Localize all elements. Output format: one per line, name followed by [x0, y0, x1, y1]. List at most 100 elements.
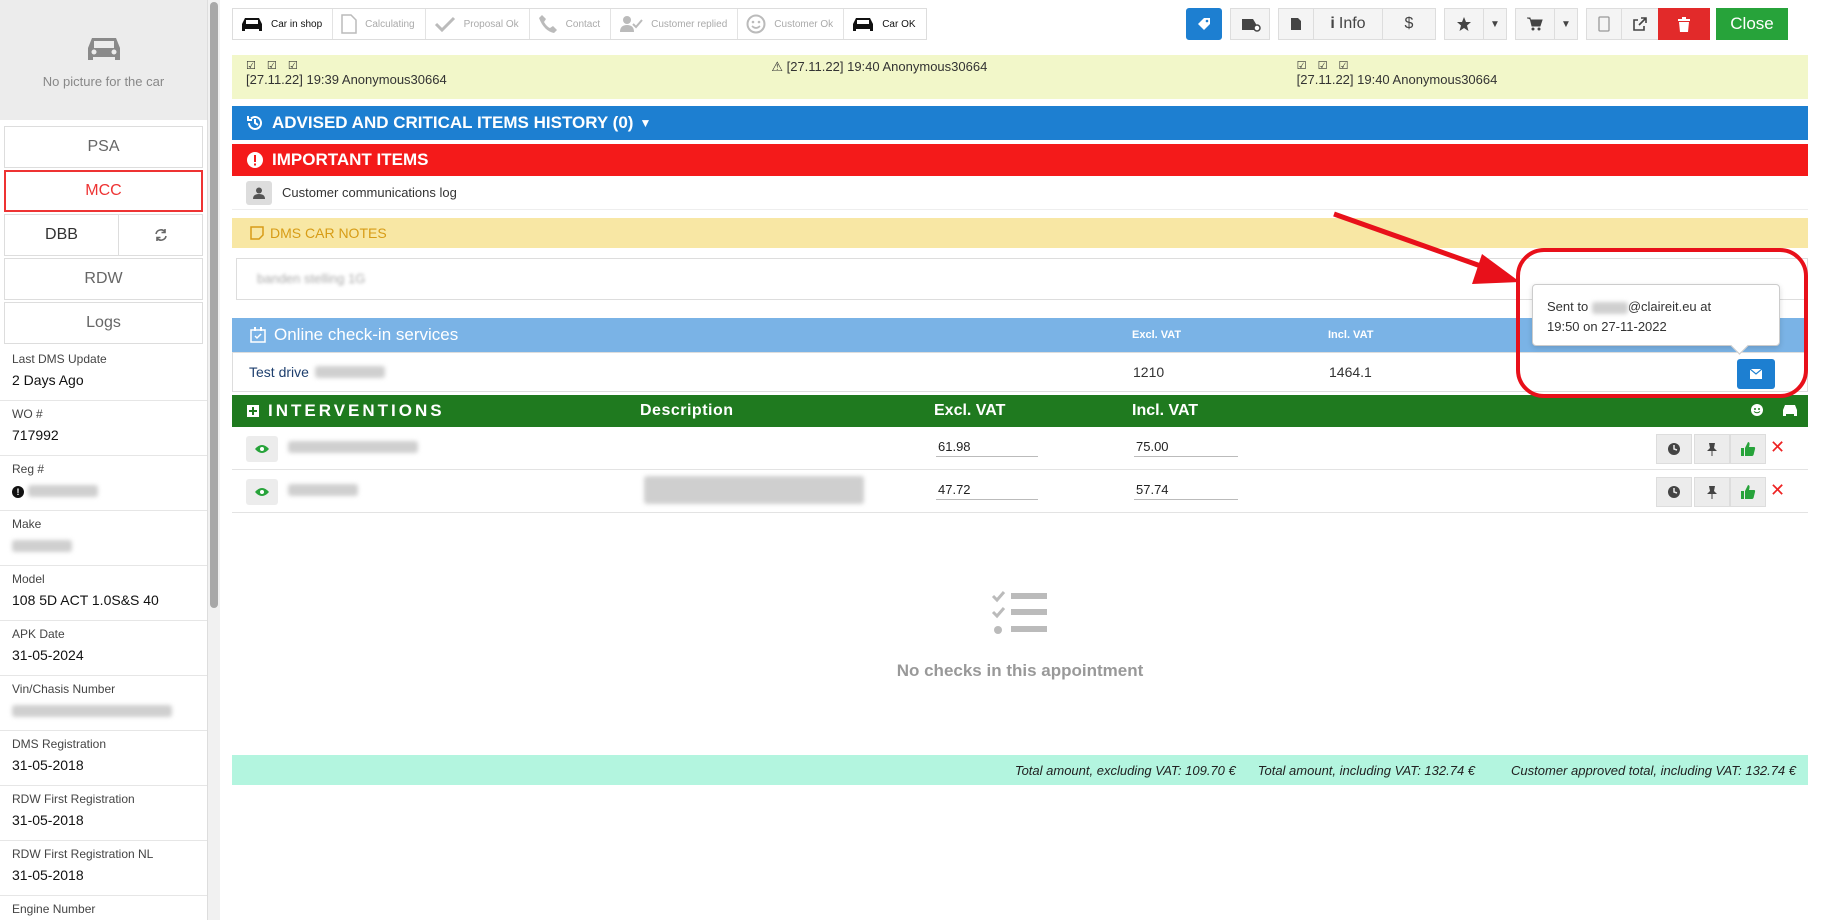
document-button[interactable]	[1278, 8, 1314, 40]
info-reg-number: Reg #!	[0, 456, 207, 511]
intervention-row: 47.72 57.74 ✕	[232, 470, 1808, 513]
visibility-toggle[interactable]	[246, 436, 278, 462]
info-label: Make	[12, 517, 42, 531]
eye-icon	[255, 488, 269, 496]
info-label: DMS Registration	[12, 737, 107, 751]
favorite-dropdown[interactable]: ▼	[1483, 8, 1507, 40]
incl-vat-field[interactable]: 57.74	[1134, 480, 1238, 500]
interventions-header: INTERVENTIONS Description Excl. VAT Incl…	[232, 395, 1808, 427]
external-link-button[interactable]	[1621, 8, 1659, 40]
cart-button[interactable]	[1515, 8, 1555, 40]
eye-icon	[255, 445, 269, 453]
remove-button[interactable]: ✕	[1770, 437, 1785, 458]
rdw-button[interactable]: RDW	[4, 258, 203, 300]
step-label: Car in shop	[271, 18, 323, 30]
checkin-title: Online check-in services	[274, 325, 459, 344]
checkin-name: Test drive	[249, 364, 309, 380]
info-label: Engine Number	[12, 902, 96, 916]
step-label: Calculating	[365, 18, 415, 30]
note-icon	[250, 226, 264, 240]
scrollbar-thumb[interactable]	[210, 2, 218, 608]
annotation-arrow-icon	[1333, 211, 1520, 284]
step-label: Customer replied	[651, 18, 728, 30]
refresh-button[interactable]	[119, 214, 203, 256]
info-button[interactable]: i Info	[1313, 8, 1383, 40]
checkin-incl-value: 1464.1	[1329, 364, 1372, 380]
step-customer-ok[interactable]: Customer Ok	[738, 9, 845, 39]
favorite-button[interactable]	[1444, 8, 1484, 40]
tag-button[interactable]	[1186, 8, 1222, 40]
total-incl-vat: Total amount, including VAT: 132.74 €	[1257, 762, 1476, 778]
info-icon: i	[1330, 15, 1335, 32]
interventions-toggle[interactable]: INTERVENTIONS	[246, 401, 445, 421]
tooltip-prefix: Sent to	[1547, 299, 1589, 314]
intervention-row: 61.98 75.00 ✕	[232, 427, 1808, 470]
info-label: Last DMS Update	[12, 352, 107, 366]
file-icon	[1291, 18, 1301, 30]
logs-button[interactable]: Logs	[4, 302, 203, 344]
car-transfer-button[interactable]	[1230, 8, 1270, 40]
pin-icon	[1707, 486, 1717, 499]
visibility-toggle[interactable]	[246, 479, 278, 505]
close-button[interactable]: Close	[1716, 8, 1788, 40]
customer-approved-total: Customer approved total, including VAT: …	[1511, 762, 1796, 778]
clock-icon	[1668, 486, 1680, 498]
smile-icon	[1751, 404, 1763, 416]
info-label: Vin/Chasis Number	[12, 682, 116, 696]
step-proposal-ok[interactable]: Proposal Ok	[426, 9, 530, 39]
info-dms-registration: DMS Registration 31-05-2018	[0, 731, 207, 786]
dbb-button[interactable]: DBB	[4, 214, 119, 256]
car-wash-icon	[1242, 19, 1261, 32]
cart-dropdown[interactable]: ▼	[1554, 8, 1578, 40]
approve-button[interactable]	[1730, 434, 1766, 464]
car-picture-placeholder: No picture for the car	[0, 0, 207, 120]
sidebar-scrollbar[interactable]	[208, 0, 220, 920]
redacted-description	[644, 476, 864, 504]
excl-vat-field[interactable]: 61.98	[936, 437, 1038, 457]
psa-button[interactable]: PSA	[4, 126, 203, 168]
empty-state-text: No checks in this appointment	[896, 661, 1144, 680]
price-button[interactable]: $	[1382, 8, 1436, 40]
info-label: Reg #	[12, 462, 45, 476]
mcc-button[interactable]: MCC	[4, 170, 203, 212]
tablet-button[interactable]	[1586, 8, 1622, 40]
info-value: 717992	[12, 427, 59, 443]
approve-button[interactable]	[1730, 477, 1766, 507]
delete-button[interactable]	[1658, 8, 1710, 40]
step-label: Proposal Ok	[463, 18, 519, 30]
car-icon	[87, 37, 120, 60]
remove-button[interactable]: ✕	[1770, 480, 1785, 501]
customer-comm-log[interactable]: Customer communications log	[232, 176, 1808, 210]
step-car-in-shop[interactable]: Car in shop	[233, 9, 334, 39]
clock-button[interactable]	[1656, 434, 1692, 464]
totals-bar: Total amount, excluding VAT: 109.70 € To…	[232, 755, 1808, 785]
info-label: RDW First Registration NL	[12, 847, 154, 861]
info-make: Make	[0, 511, 207, 566]
advised-history-toggle[interactable]: ADVISED AND CRITICAL ITEMS HISTORY (0) ▼	[232, 106, 1808, 140]
redacted-name	[288, 484, 358, 496]
log-entry: ☑ ☑ ☑ [27.11.22] 19:40 Anonymous30664	[1283, 55, 1808, 99]
step-label: Car OK	[882, 18, 916, 30]
clock-button[interactable]	[1656, 477, 1692, 507]
step-car-ok[interactable]: Car OK	[844, 9, 925, 39]
car-icon	[853, 18, 874, 31]
step-calculating[interactable]: Calculating	[333, 9, 426, 39]
excl-vat-header: Excl. VAT	[934, 402, 1006, 419]
document-icon	[341, 14, 357, 34]
info-label: Model	[12, 572, 45, 586]
step-contact[interactable]: Contact	[530, 9, 612, 39]
info-vin: Vin/Chasis Number	[0, 676, 207, 731]
clock-icon	[1668, 443, 1680, 455]
smile-icon	[746, 14, 766, 34]
important-title: IMPORTANT ITEMS	[272, 150, 429, 169]
redacted-name	[288, 441, 418, 453]
info-icon: !	[12, 486, 24, 498]
pin-button[interactable]	[1694, 434, 1730, 464]
step-customer-replied[interactable]: Customer replied	[611, 9, 739, 39]
user-icon	[246, 180, 272, 205]
info-value: 31-05-2024	[12, 647, 84, 663]
redacted-value	[27, 485, 98, 498]
incl-vat-field[interactable]: 75.00	[1134, 437, 1238, 457]
excl-vat-field[interactable]: 47.72	[936, 480, 1038, 500]
pin-button[interactable]	[1694, 477, 1730, 507]
